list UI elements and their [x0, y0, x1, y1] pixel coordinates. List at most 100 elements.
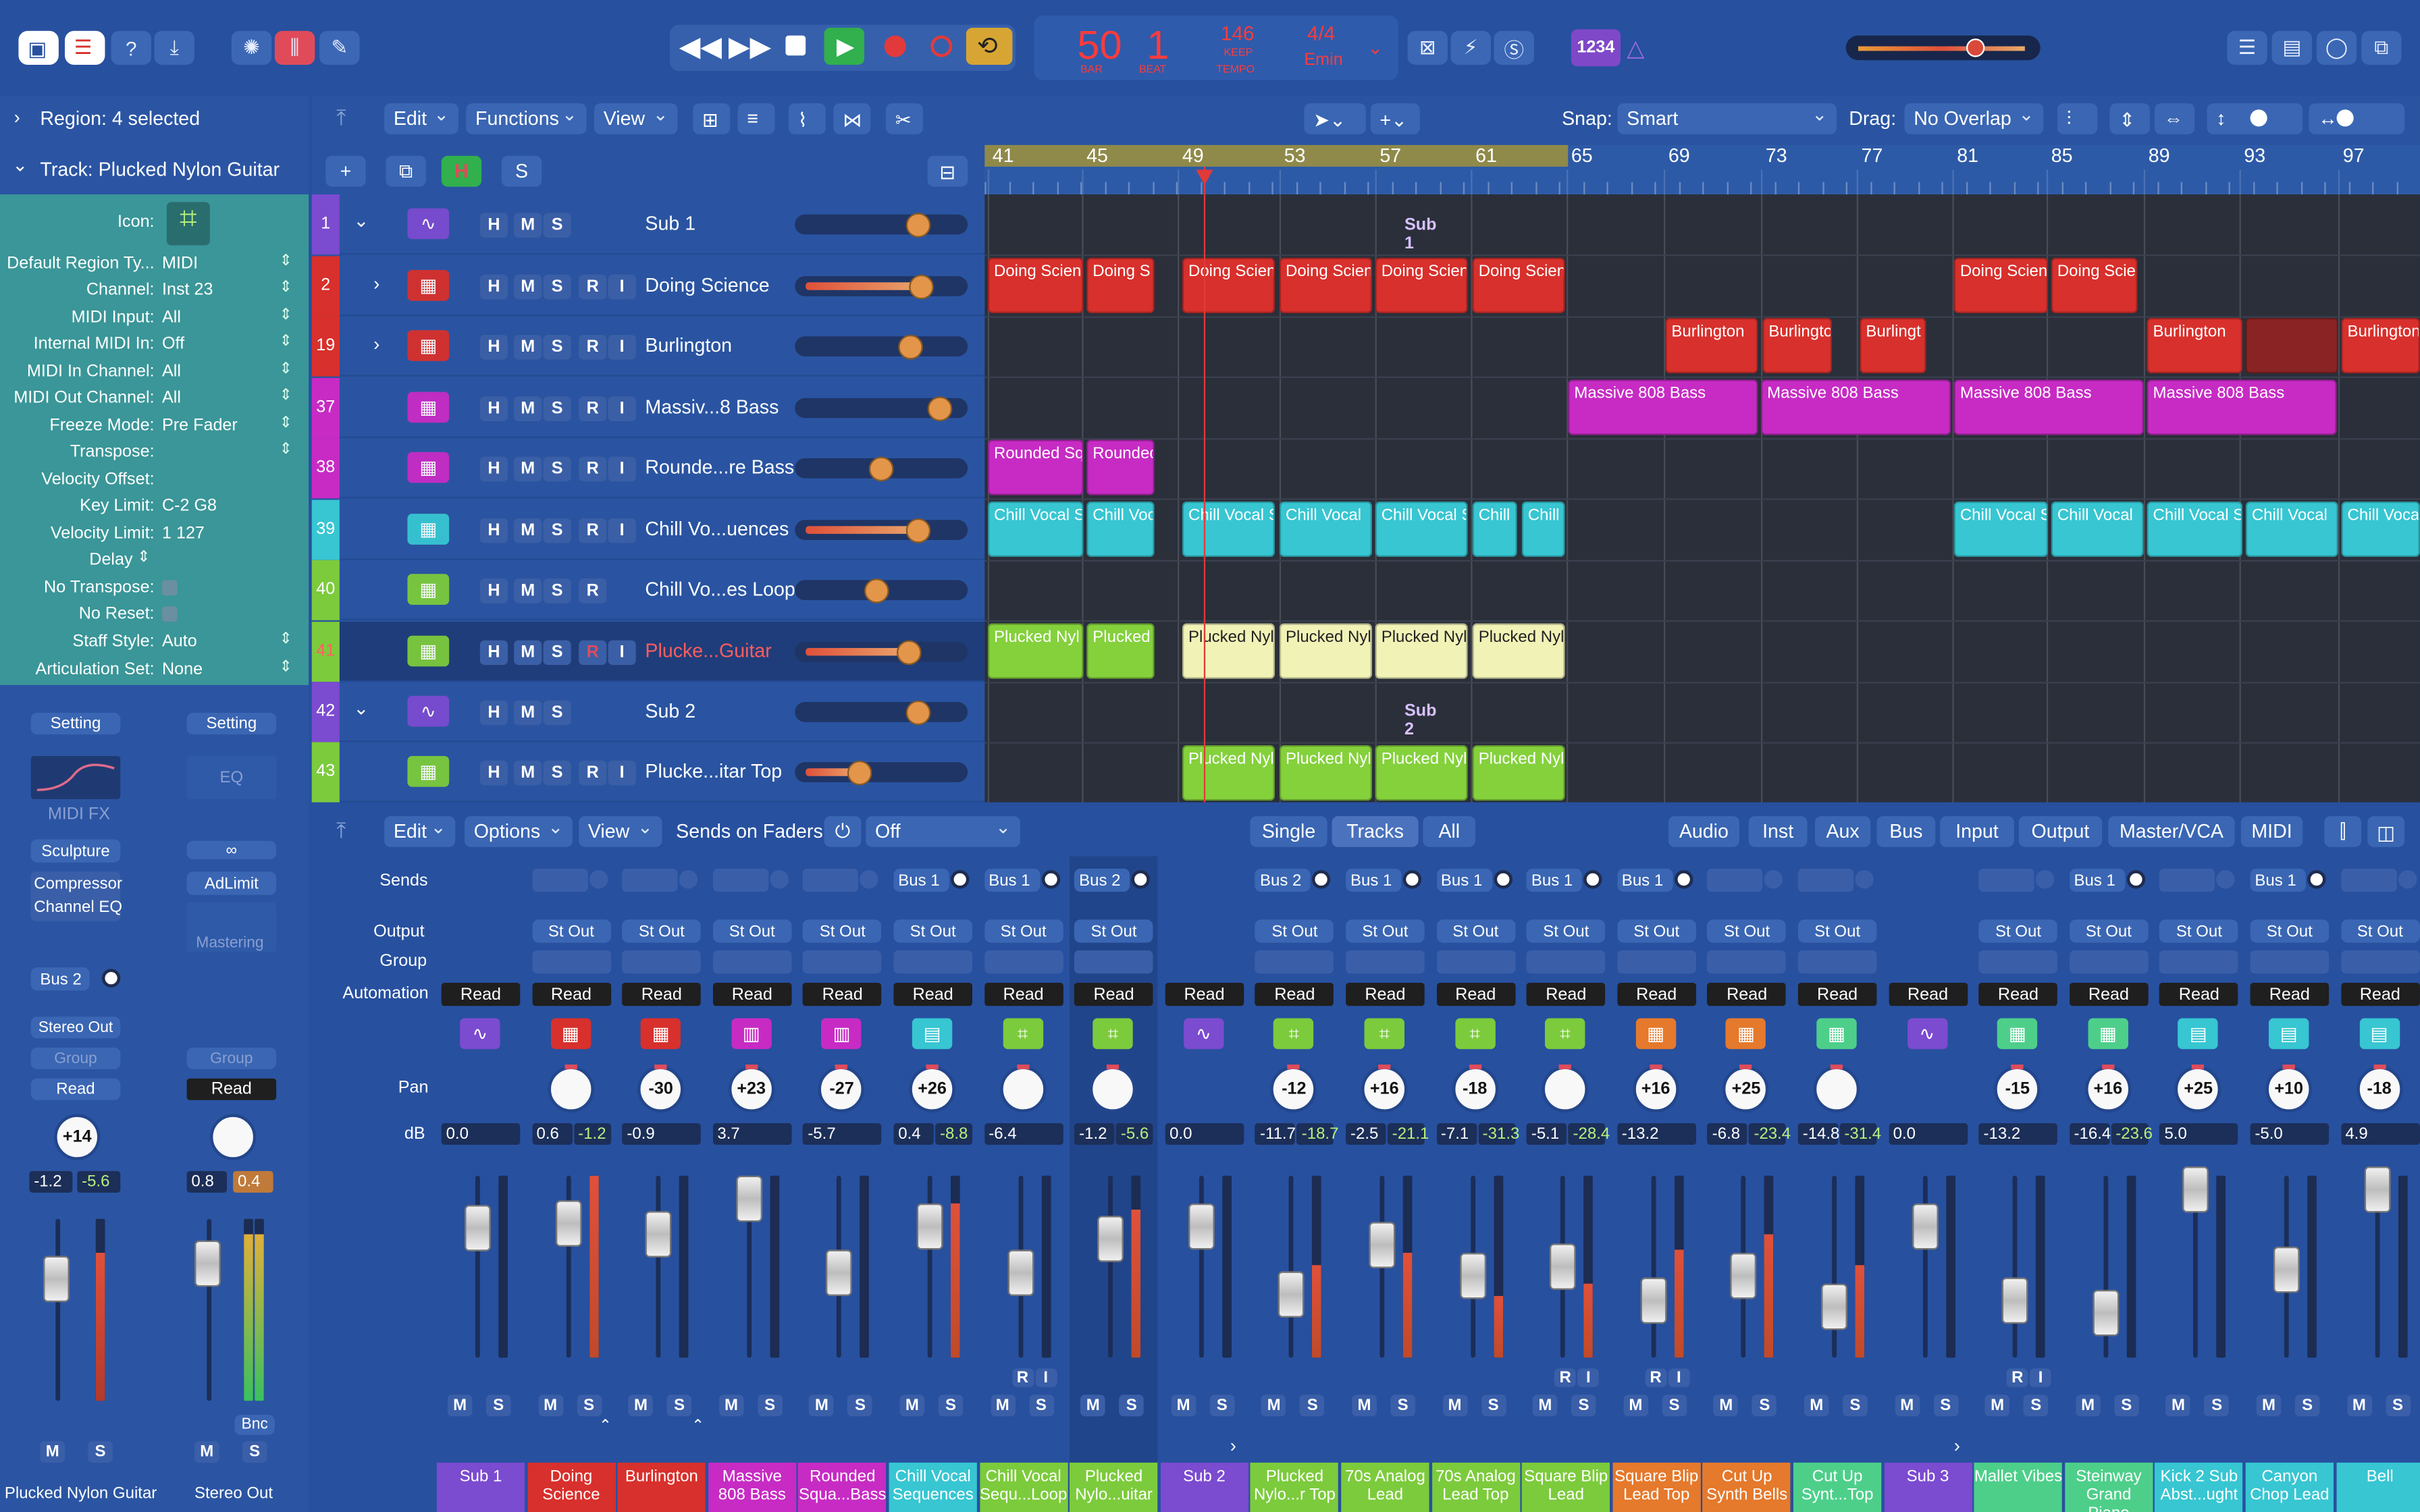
region-rounded-bass[interactable]: Rounded	[1086, 439, 1155, 495]
sends-select[interactable]: Off	[866, 816, 1020, 847]
param-value[interactable]: Off	[162, 335, 184, 353]
pan-knob[interactable]: +10	[2265, 1066, 2312, 1112]
view-menu[interactable]: View	[594, 103, 678, 134]
chevron-up-icon[interactable]: ⌃	[691, 1418, 704, 1435]
automation-mode[interactable]: Read	[803, 982, 883, 1006]
region-doing-science[interactable]: Doing Scien	[1182, 257, 1275, 313]
track-i-button[interactable]: I	[608, 274, 636, 300]
group-slot[interactable]	[622, 950, 702, 974]
automation-mode[interactable]: Read	[1346, 982, 1425, 1006]
track-name[interactable]: Plucke...itar Top	[645, 761, 782, 782]
automation-read-1[interactable]: Read	[30, 1078, 121, 1100]
param-value[interactable]: All	[162, 308, 181, 327]
solo-button[interactable]: S	[1843, 1395, 1868, 1417]
channel-icon[interactable]: ∿	[460, 1018, 500, 1050]
tuner-button[interactable]: ⊠	[1407, 30, 1448, 65]
output-slot[interactable]: St Out	[2159, 919, 2239, 943]
output-slot[interactable]: St Out	[712, 919, 792, 943]
track-name[interactable]: Plucke...Guitar	[645, 641, 771, 662]
mixer-edit-menu[interactable]: Edit	[384, 816, 456, 847]
param-value[interactable]: 1 127	[162, 524, 205, 543]
toolbar-button[interactable]: ⤓	[154, 30, 194, 65]
mute-button[interactable]: M	[1714, 1395, 1739, 1417]
duplicate-track-button[interactable]: ⧉	[386, 155, 426, 187]
channel-name[interactable]: Sub 2	[1160, 1462, 1248, 1512]
region-chill-vocal[interactable]: Chill Vocal	[2245, 501, 2338, 558]
inspector-button[interactable]: ☰	[64, 30, 105, 65]
volume-fader[interactable]	[2092, 1289, 2119, 1336]
send-knob[interactable]	[1402, 870, 1422, 889]
send-slot[interactable]: Bus 1	[2069, 868, 2125, 892]
send-slot-empty[interactable]	[1978, 868, 2034, 892]
track-r-button[interactable]: R	[579, 396, 607, 421]
send-knob[interactable]	[1855, 870, 1874, 889]
automation-mode[interactable]: Read	[1526, 982, 1606, 1006]
automation-mode[interactable]: Read	[1707, 982, 1787, 1006]
mute-button[interactable]: M	[1623, 1395, 1648, 1417]
filter-inst[interactable]: Inst	[1748, 816, 1808, 847]
group-slot[interactable]	[2340, 950, 2420, 974]
channel-name[interactable]: Square Blip Lead Top	[1612, 1462, 1701, 1512]
smart-controls-button[interactable]: ✺	[231, 30, 272, 65]
chevron-right-icon[interactable]: ›	[1954, 1435, 1960, 1457]
eq-thumbnail-2[interactable]: EQ	[186, 755, 277, 799]
send-slot[interactable]: Bus 1	[1346, 868, 1402, 892]
region-chill-vocal[interactable]: Chill Vocal S	[1375, 501, 1468, 558]
solo-mode-button[interactable]: ⚡	[1450, 30, 1491, 65]
send-slot[interactable]: Bus 2	[1074, 868, 1130, 892]
loop-browser-button[interactable]: ◯	[2316, 30, 2357, 65]
volume-fader[interactable]	[1731, 1252, 1758, 1299]
group-slot[interactable]	[984, 950, 1063, 974]
track-i-button[interactable]: I	[608, 334, 636, 360]
track-s-button[interactable]: S	[543, 760, 571, 786]
solo-button[interactable]: S	[1209, 1395, 1235, 1417]
output-slot[interactable]: St Out	[2069, 919, 2149, 943]
filter-output[interactable]: Output	[2018, 816, 2103, 847]
browser-button[interactable]: ⧉	[2361, 30, 2402, 65]
volume-knob[interactable]	[909, 274, 934, 300]
param-value[interactable]: Pre Fader	[162, 416, 238, 435]
channel-name[interactable]: Burlington	[617, 1462, 706, 1512]
filter-midi[interactable]: MIDI	[2240, 816, 2303, 847]
volume-readout-1[interactable]: -1.2	[29, 1170, 73, 1193]
fit-vertical[interactable]: ⇕	[2109, 103, 2150, 134]
solo-button[interactable]: S	[2294, 1395, 2320, 1417]
track-r-button[interactable]: R	[579, 760, 607, 786]
solo-button[interactable]: S	[666, 1395, 692, 1417]
group-slot[interactable]	[803, 950, 883, 974]
volume-knob[interactable]	[868, 456, 894, 482]
link-button[interactable]: ∞	[186, 840, 277, 860]
channel-icon[interactable]: ▤	[2178, 1018, 2219, 1050]
send-slot[interactable]: Bus 1	[2250, 868, 2306, 892]
channel-icon[interactable]: ⌗	[1093, 1018, 1134, 1050]
region-burlington[interactable]: Burlington	[2147, 317, 2243, 374]
volume-readout[interactable]: 0.0	[1165, 1123, 1244, 1145]
solo-button[interactable]: S	[1481, 1395, 1506, 1417]
stepper-icon[interactable]: ⇕	[280, 659, 292, 676]
volume-readout[interactable]: 4.9	[2340, 1123, 2420, 1145]
solo-button[interactable]: S	[2023, 1395, 2049, 1417]
chevron-down-icon[interactable]: ⌄	[353, 210, 369, 232]
record-enable[interactable]: R	[1554, 1368, 1577, 1387]
volume-fader[interactable]	[1097, 1216, 1124, 1262]
send-knob[interactable]	[950, 870, 970, 889]
mute-button-2[interactable]: M	[194, 1440, 219, 1463]
sends-power-button[interactable]: ⏻	[824, 816, 862, 847]
stepper-icon[interactable]: ⇕	[137, 549, 150, 566]
group-slot[interactable]	[1526, 950, 1606, 974]
region-doing-science[interactable]: Doing Scien	[1375, 257, 1468, 313]
grid-view-button[interactable]: ⊞	[693, 103, 731, 134]
param-value[interactable]: Auto	[162, 632, 197, 651]
output-slot[interactable]: St Out	[1978, 919, 2058, 943]
volume-readout[interactable]: -6.4	[984, 1123, 1063, 1145]
channel-icon[interactable]: ▤	[912, 1018, 953, 1050]
channel-name[interactable]: Canyon Chop Lead	[2245, 1462, 2334, 1512]
send-slot[interactable]: Bus 1	[1526, 868, 1583, 892]
output-slot[interactable]: St Out	[893, 919, 972, 943]
vzoom-slider-thumb[interactable]	[2250, 109, 2267, 127]
track-h-button[interactable]: H	[479, 396, 508, 421]
solo-button[interactable]: S	[2204, 1395, 2230, 1417]
track-m-button[interactable]: M	[514, 518, 542, 543]
fit-horizontal[interactable]: ⇔	[2154, 103, 2195, 134]
volume-fader[interactable]	[1369, 1222, 1396, 1268]
